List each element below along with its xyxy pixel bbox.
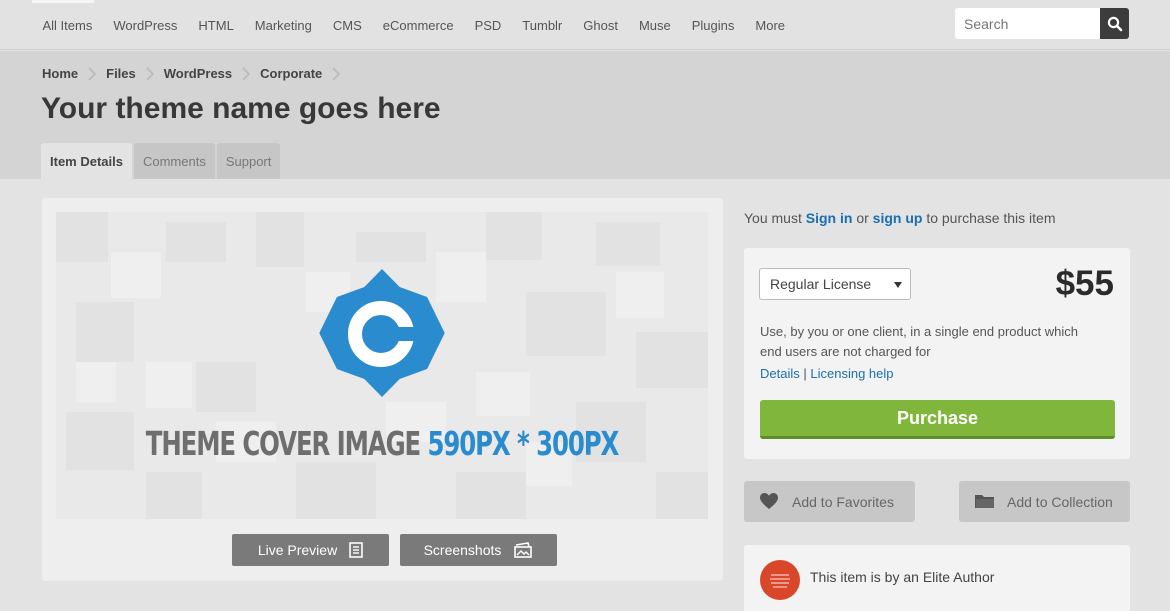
nav-item-ecommerce[interactable]: eCommerce xyxy=(372,18,464,33)
nav-item-ghost[interactable]: Ghost xyxy=(573,18,629,33)
license-select[interactable]: Regular License xyxy=(759,268,911,300)
screenshots-button[interactable]: Screenshots xyxy=(400,534,557,566)
breadcrumb-files[interactable]: Files xyxy=(106,66,136,81)
license-links-separator: | xyxy=(803,366,807,381)
breadcrumb-home[interactable]: Home xyxy=(42,66,78,81)
elite-author-text: This item is by an Elite Author xyxy=(810,569,995,585)
page-title: Your theme name goes here xyxy=(41,92,441,125)
elite-author-badge-icon xyxy=(760,560,800,600)
signin-or: or xyxy=(856,210,869,226)
search-button[interactable] xyxy=(1100,8,1129,39)
search-icon xyxy=(1107,16,1122,31)
cover-caption-title: THEME COVER IMAGE xyxy=(145,424,421,463)
elite-author-box: This item is by an Elite Author xyxy=(744,545,1130,611)
cover-panel: THEME COVER IMAGE 590PX * 300PX Live Pre… xyxy=(42,198,723,581)
license-select-value: Regular License xyxy=(770,276,872,292)
screenshots-label: Screenshots xyxy=(423,542,502,558)
chevron-right-icon xyxy=(146,66,154,81)
cover-caption: THEME COVER IMAGE 590PX * 300PX xyxy=(141,424,623,463)
item-tabs: Item Details Comments Support xyxy=(41,143,282,179)
add-to-collection-label: Add to Collection xyxy=(1007,494,1113,510)
purchase-button[interactable]: Purchase xyxy=(760,400,1115,439)
item-header: Home Files WordPress Corporate Your them… xyxy=(0,51,1170,179)
live-preview-label: Live Preview xyxy=(257,542,338,558)
nav-item-tumblr[interactable]: Tumblr xyxy=(512,18,573,33)
live-preview-button[interactable]: Live Preview xyxy=(232,534,389,566)
chevron-right-icon xyxy=(242,66,251,81)
search-bar xyxy=(955,8,1129,39)
licensing-help-link[interactable]: Licensing help xyxy=(810,366,893,381)
document-icon xyxy=(349,542,363,558)
nav-item-cms[interactable]: CMS xyxy=(322,18,372,33)
theme-logo-icon xyxy=(319,269,445,397)
category-nav: All Items WordPress HTML Marketing CMS e… xyxy=(32,0,796,50)
top-navigation: All Items WordPress HTML Marketing CMS e… xyxy=(0,0,1170,50)
sign-up-link[interactable]: sign up xyxy=(873,210,923,226)
search-input[interactable] xyxy=(955,8,1100,39)
images-icon xyxy=(514,542,533,558)
breadcrumb-wordpress[interactable]: WordPress xyxy=(164,66,232,81)
tab-support[interactable]: Support xyxy=(216,143,281,179)
chevron-right-icon xyxy=(88,66,97,81)
nav-item-marketing[interactable]: Marketing xyxy=(244,18,322,33)
license-details-link[interactable]: Details xyxy=(760,366,800,381)
license-description: Use, by you or one client, in a single e… xyxy=(760,324,1078,359)
tab-item-details[interactable]: Item Details xyxy=(41,143,132,179)
tab-comments[interactable]: Comments xyxy=(133,143,215,179)
license-links: Details | Licensing help xyxy=(760,366,894,381)
add-to-favorites-label: Add to Favorites xyxy=(792,494,894,510)
nav-item-wordpress[interactable]: WordPress xyxy=(103,18,188,33)
add-to-collection-button[interactable]: Add to Collection xyxy=(959,481,1130,522)
purchase-box: Regular License $55 Use, by you or one c… xyxy=(744,248,1130,459)
folder-icon xyxy=(975,495,994,508)
chevron-right-icon xyxy=(332,66,341,81)
breadcrumb-corporate[interactable]: Corporate xyxy=(260,66,322,81)
nav-item-psd[interactable]: PSD xyxy=(464,18,512,33)
heart-icon xyxy=(760,493,778,509)
caret-down-icon xyxy=(894,282,902,288)
nav-item-plugins[interactable]: Plugins xyxy=(681,18,745,33)
signin-suffix: to purchase this item xyxy=(926,210,1056,226)
preview-buttons: Live Preview Screenshots xyxy=(232,534,557,566)
signin-prompt: You must Sign in or sign up to purchase … xyxy=(744,210,1056,226)
cover-caption-size: 590PX * 300PX xyxy=(427,424,619,463)
theme-cover-image: THEME COVER IMAGE 590PX * 300PX xyxy=(56,212,708,519)
nav-item-more[interactable]: More xyxy=(745,18,796,33)
price: $55 xyxy=(1055,264,1114,303)
nav-item-all-items[interactable]: All Items xyxy=(32,18,103,33)
signin-prefix: You must xyxy=(744,210,802,226)
breadcrumb: Home Files WordPress Corporate xyxy=(42,66,350,81)
add-to-favorites-button[interactable]: Add to Favorites xyxy=(744,481,915,522)
nav-item-muse[interactable]: Muse xyxy=(628,18,681,33)
sign-in-link[interactable]: Sign in xyxy=(806,210,853,226)
nav-item-html[interactable]: HTML xyxy=(188,18,244,33)
